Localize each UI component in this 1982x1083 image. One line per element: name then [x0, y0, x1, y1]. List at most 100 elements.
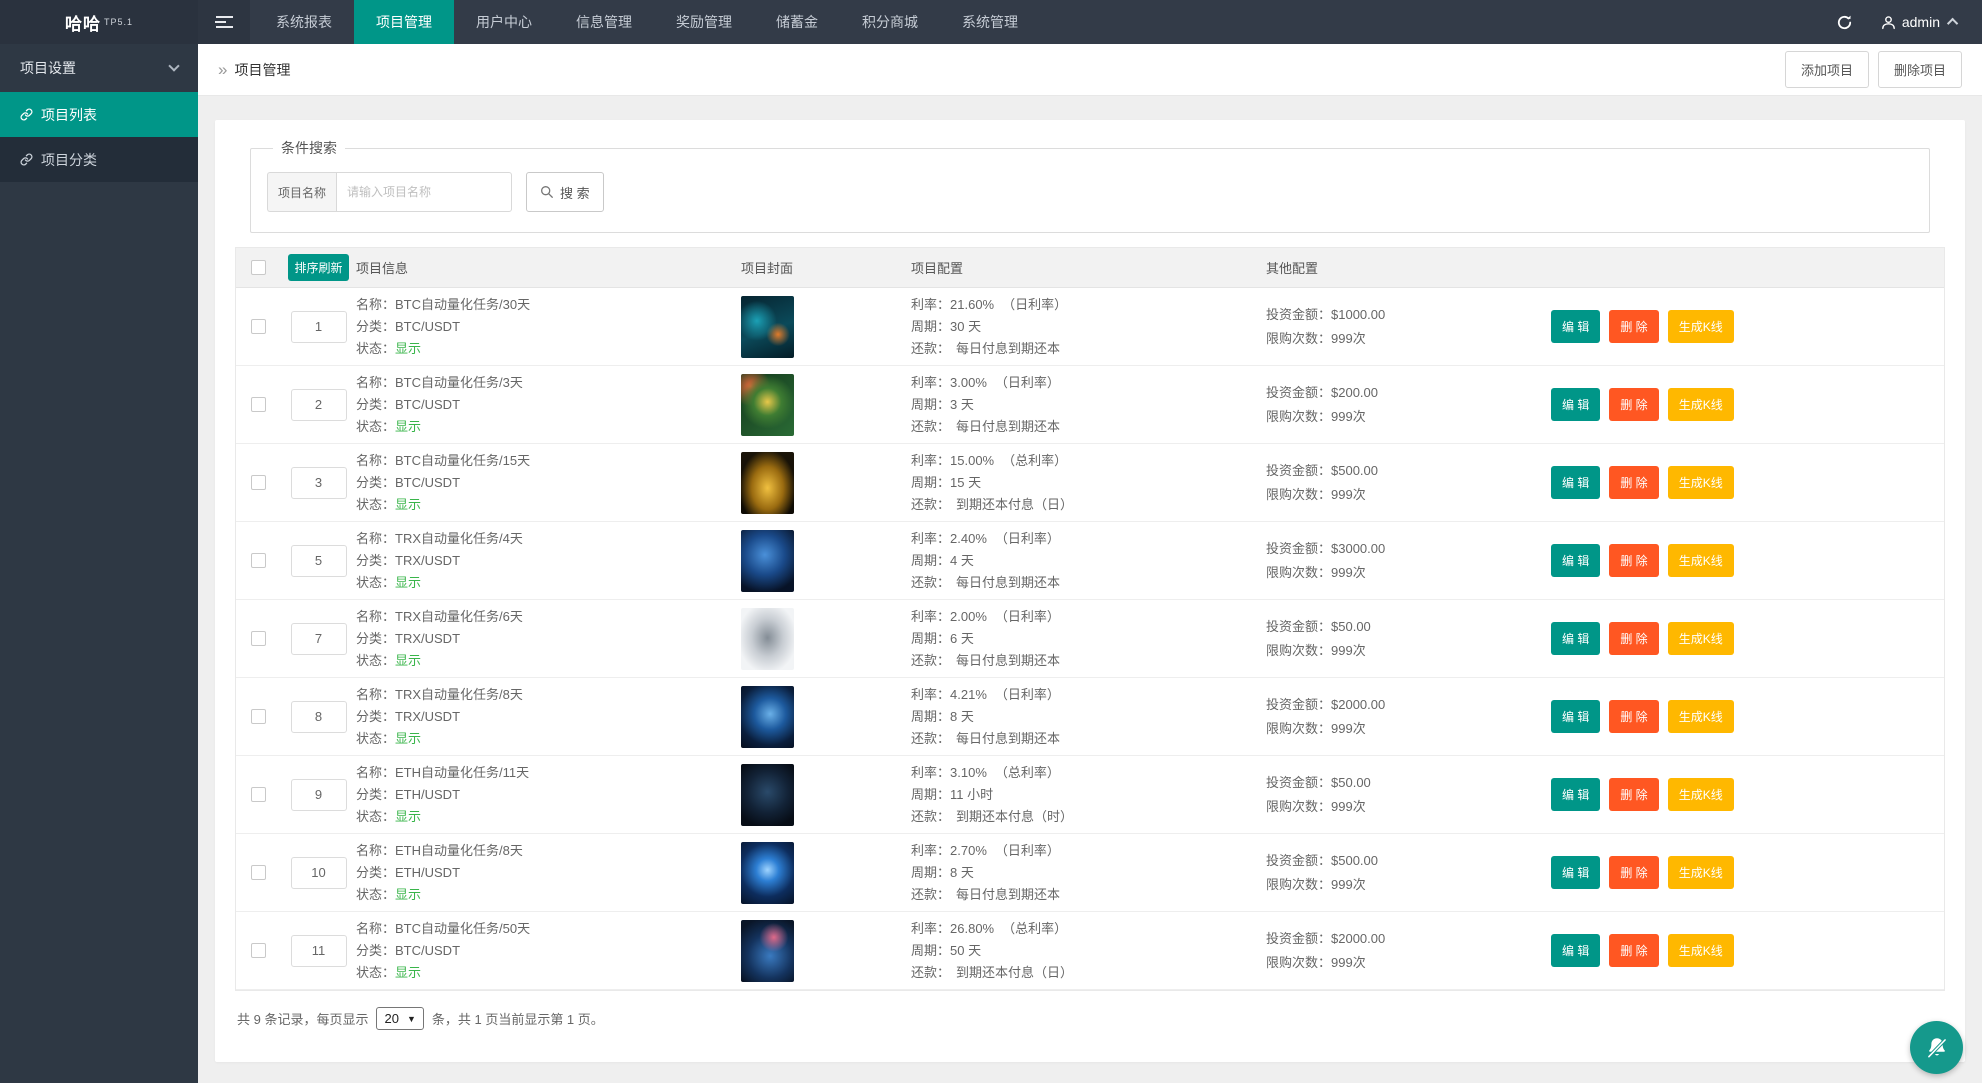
period-value: 6 天 — [950, 631, 974, 646]
repay-value: 每日付息到期还本 — [956, 575, 1060, 590]
delete-button[interactable]: 删 除 — [1609, 622, 1658, 655]
status-toggle[interactable]: 显示 — [395, 341, 421, 356]
delete-button[interactable]: 删 除 — [1609, 778, 1658, 811]
nav-item-points-mall[interactable]: 积分商城 — [840, 0, 940, 44]
nav-item-system-mgmt[interactable]: 系统管理 — [940, 0, 1040, 44]
row-checkbox[interactable] — [251, 553, 266, 568]
sidebar-group-project-settings[interactable]: 项目设置 — [0, 44, 198, 92]
generate-kline-button[interactable]: 生成K线 — [1668, 310, 1734, 343]
edit-button[interactable]: 编 辑 — [1551, 466, 1600, 499]
status-toggle[interactable]: 显示 — [395, 965, 421, 980]
status-toggle[interactable]: 显示 — [395, 887, 421, 902]
row-checkbox[interactable] — [251, 397, 266, 412]
rate-label: 利率： — [911, 297, 950, 312]
search-button[interactable]: 搜 索 — [526, 172, 604, 212]
generate-kline-button[interactable]: 生成K线 — [1668, 700, 1734, 733]
edit-button[interactable]: 编 辑 — [1551, 934, 1600, 967]
refresh-icon[interactable] — [1823, 0, 1867, 44]
row-checkbox[interactable] — [251, 865, 266, 880]
pagination-bar: 共 9 条记录，每页显示 20 ▼ 条，共 1 页当前显示第 1 页。 — [235, 991, 1945, 1046]
project-name-input[interactable] — [336, 172, 512, 212]
amount-label: 投资金额： — [1266, 463, 1331, 478]
delete-button[interactable]: 删 除 — [1609, 310, 1658, 343]
status-toggle[interactable]: 显示 — [395, 653, 421, 668]
edit-button[interactable]: 编 辑 — [1551, 856, 1600, 889]
page-size-select[interactable]: 20 ▼ — [376, 1007, 423, 1030]
row-checkbox[interactable] — [251, 709, 266, 724]
edit-button[interactable]: 编 辑 — [1551, 388, 1600, 421]
menu-toggle-icon[interactable] — [198, 0, 250, 44]
nav-item-reward-mgmt[interactable]: 奖励管理 — [654, 0, 754, 44]
limit-value: 999次 — [1331, 721, 1366, 736]
delete-button[interactable]: 删 除 — [1609, 700, 1658, 733]
status-toggle[interactable]: 显示 — [395, 419, 421, 434]
app-logo: 哈哈 TP5.1 — [0, 0, 198, 44]
status-toggle[interactable]: 显示 — [395, 809, 421, 824]
add-project-button[interactable]: 添加项目 — [1785, 51, 1869, 88]
sort-order-input[interactable] — [291, 389, 347, 421]
rate-value: 26.80% — [950, 921, 994, 936]
select-all-checkbox[interactable] — [251, 260, 266, 275]
sort-order-input[interactable] — [291, 311, 347, 343]
generate-kline-button[interactable]: 生成K线 — [1668, 622, 1734, 655]
row-checkbox[interactable] — [251, 943, 266, 958]
delete-project-button[interactable]: 删除项目 — [1878, 51, 1962, 88]
generate-kline-button[interactable]: 生成K线 — [1668, 466, 1734, 499]
generate-kline-button[interactable]: 生成K线 — [1668, 856, 1734, 889]
repay-value: 每日付息到期还本 — [956, 341, 1060, 356]
project-category: ETH/USDT — [395, 865, 460, 880]
sort-order-input[interactable] — [291, 545, 347, 577]
project-cover-image — [741, 374, 794, 436]
delete-button[interactable]: 删 除 — [1609, 388, 1658, 421]
delete-button[interactable]: 删 除 — [1609, 544, 1658, 577]
nav-item-system-report[interactable]: 系统报表 — [254, 0, 354, 44]
generate-kline-button[interactable]: 生成K线 — [1668, 388, 1734, 421]
row-checkbox[interactable] — [251, 631, 266, 646]
nav-item-user-center[interactable]: 用户中心 — [454, 0, 554, 44]
edit-button[interactable]: 编 辑 — [1551, 310, 1600, 343]
sort-order-input[interactable] — [291, 467, 347, 499]
notification-mute-fab[interactable] — [1910, 1021, 1963, 1074]
sort-refresh-button[interactable]: 排序刷新 — [288, 254, 348, 281]
period-label: 周期： — [911, 709, 950, 724]
project-category: ETH/USDT — [395, 787, 460, 802]
sidebar-item-project-list[interactable]: 项目列表 — [0, 92, 198, 137]
row-checkbox[interactable] — [251, 319, 266, 334]
sort-order-input[interactable] — [291, 857, 347, 889]
edit-button[interactable]: 编 辑 — [1551, 700, 1600, 733]
table-row: 名称：BTC自动量化任务/15天 分类：BTC/USDT 状态：显示 利率：15… — [236, 444, 1944, 522]
sidebar: 项目设置 项目列表 项目分类 — [0, 44, 198, 1083]
generate-kline-button[interactable]: 生成K线 — [1668, 544, 1734, 577]
edit-button[interactable]: 编 辑 — [1551, 544, 1600, 577]
user-menu[interactable]: admin — [1867, 0, 1982, 44]
edit-button[interactable]: 编 辑 — [1551, 622, 1600, 655]
amount-value: $500.00 — [1331, 463, 1378, 478]
sort-order-input[interactable] — [291, 779, 347, 811]
status-toggle[interactable]: 显示 — [395, 497, 421, 512]
limit-label: 限购次数： — [1266, 409, 1331, 424]
nav-item-info-mgmt[interactable]: 信息管理 — [554, 0, 654, 44]
limit-label: 限购次数： — [1266, 331, 1331, 346]
delete-button[interactable]: 删 除 — [1609, 856, 1658, 889]
nav-item-savings[interactable]: 储蓄金 — [754, 0, 840, 44]
name-label: 名称： — [356, 297, 395, 312]
sort-order-input[interactable] — [291, 623, 347, 655]
rate-label: 利率： — [911, 843, 950, 858]
table-row: 名称：TRX自动量化任务/6天 分类：TRX/USDT 状态：显示 利率：2.0… — [236, 600, 1944, 678]
generate-kline-button[interactable]: 生成K线 — [1668, 934, 1734, 967]
row-checkbox[interactable] — [251, 475, 266, 490]
status-toggle[interactable]: 显示 — [395, 731, 421, 746]
row-checkbox[interactable] — [251, 787, 266, 802]
amount-value: $1000.00 — [1331, 307, 1385, 322]
sort-order-input[interactable] — [291, 701, 347, 733]
sidebar-item-project-category[interactable]: 项目分类 — [0, 137, 198, 182]
project-cover-image — [741, 608, 794, 670]
rate-label: 利率： — [911, 687, 950, 702]
generate-kline-button[interactable]: 生成K线 — [1668, 778, 1734, 811]
sort-order-input[interactable] — [291, 935, 347, 967]
status-toggle[interactable]: 显示 — [395, 575, 421, 590]
edit-button[interactable]: 编 辑 — [1551, 778, 1600, 811]
nav-item-project-mgmt[interactable]: 项目管理 — [354, 0, 454, 44]
delete-button[interactable]: 删 除 — [1609, 466, 1658, 499]
delete-button[interactable]: 删 除 — [1609, 934, 1658, 967]
